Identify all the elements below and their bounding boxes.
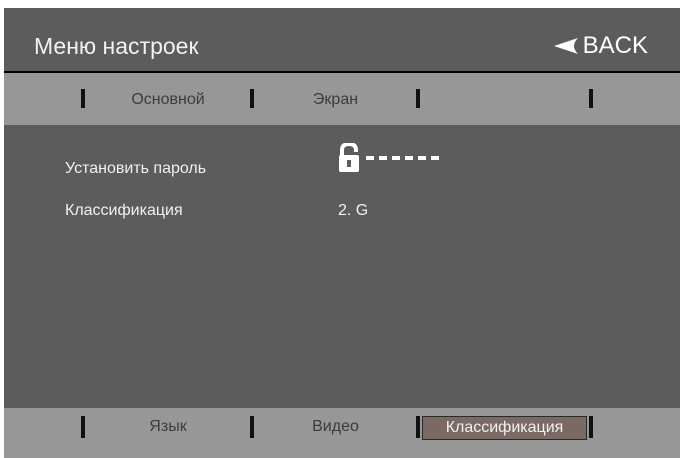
tab-separator — [589, 416, 593, 438]
settings-panel: Установить пароль Классификация 2. G — [4, 125, 680, 408]
tab-separator — [250, 89, 254, 108]
title-bar: Меню настроек BACK — [4, 8, 680, 71]
back-arrow-icon — [553, 38, 578, 54]
tab-display[interactable]: Экран — [255, 90, 416, 110]
tab-video[interactable]: Видео — [255, 416, 416, 438]
tab-basic[interactable]: Основной — [86, 90, 250, 110]
back-button[interactable]: BACK — [552, 31, 648, 61]
tab-language[interactable]: Язык — [86, 416, 250, 438]
tab-separator — [81, 89, 85, 108]
top-tab-bar: Основной Экран — [4, 73, 680, 125]
lock-open-icon — [339, 143, 359, 172]
tab-separator — [589, 89, 593, 108]
page-title: Меню настроек — [34, 33, 199, 59]
tab-separator — [250, 416, 254, 438]
tab-empty[interactable] — [421, 90, 589, 110]
tab-classification[interactable]: Классификация — [422, 416, 587, 440]
password-value[interactable] — [366, 153, 444, 163]
classification-label[interactable]: Классификация — [65, 201, 183, 221]
back-label: BACK — [582, 32, 648, 59]
set-password-label[interactable]: Установить пароль — [65, 159, 206, 179]
bottom-tab-bar: Язык Видео Классификация — [4, 408, 680, 458]
tab-separator — [416, 416, 420, 438]
tab-separator — [81, 416, 85, 438]
tab-separator — [416, 89, 420, 108]
settings-screen: Меню настроек BACK Основной Экран Устано… — [4, 8, 680, 458]
classification-value[interactable]: 2. G — [338, 201, 368, 221]
